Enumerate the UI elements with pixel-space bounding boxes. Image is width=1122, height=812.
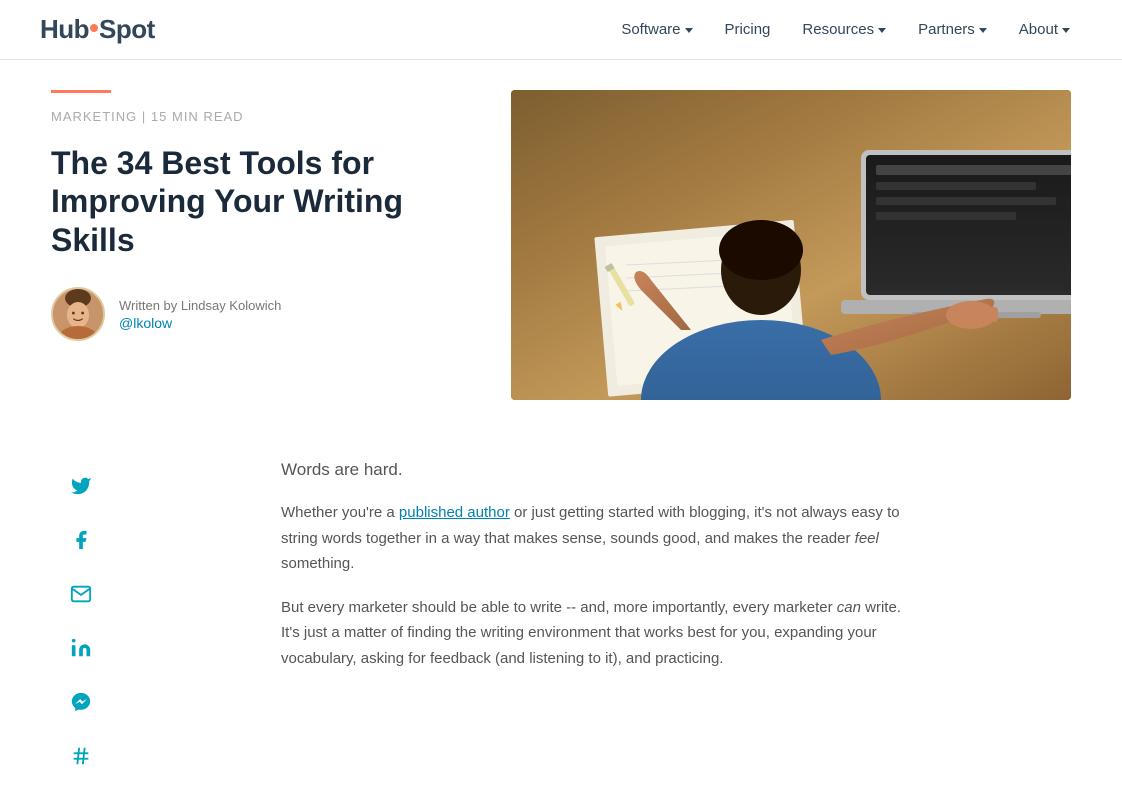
content-wrapper: MARKETING | 15 MIN READ The 34 Best Tool…	[11, 60, 1111, 812]
slack-share-button[interactable]	[65, 740, 97, 772]
top-section: MARKETING | 15 MIN READ The 34 Best Tool…	[51, 60, 1071, 420]
author-wrap: Written by Lindsay Kolowich @lkolow	[51, 287, 471, 341]
messenger-share-button[interactable]	[65, 686, 97, 718]
author-info: Written by Lindsay Kolowich @lkolow	[119, 298, 281, 331]
twitter-share-button[interactable]	[65, 470, 97, 502]
body-section: Words are hard. Whether you're a publish…	[51, 420, 1071, 812]
article-category: MARKETING | 15 MIN READ	[51, 109, 471, 124]
social-sidebar	[51, 460, 111, 772]
facebook-share-button[interactable]	[65, 524, 97, 556]
nav-links: Software Pricing Resources Partners Abou…	[609, 13, 1082, 46]
body-para-1: Whether you're a published author or jus…	[281, 500, 901, 577]
published-author-link[interactable]: published author	[399, 504, 510, 521]
email-share-button[interactable]	[65, 578, 97, 610]
article-title: The 34 Best Tools for Improving Your Wri…	[51, 144, 471, 259]
nav-item-resources[interactable]: Resources	[790, 13, 898, 46]
nav-item-partners[interactable]: Partners	[906, 13, 999, 46]
chevron-down-icon	[878, 28, 886, 33]
main-nav: HubSpot Software Pricing Resources Partn…	[0, 0, 1122, 60]
article-meta: MARKETING | 15 MIN READ The 34 Best Tool…	[51, 90, 471, 341]
avatar	[51, 287, 105, 341]
article-body: Words are hard. Whether you're a publish…	[281, 460, 901, 772]
author-handle[interactable]: @lkolow	[119, 315, 281, 331]
nav-item-pricing[interactable]: Pricing	[713, 13, 783, 46]
orange-underline	[51, 90, 111, 93]
chevron-down-icon	[1062, 28, 1070, 33]
author-name: Written by Lindsay Kolowich	[119, 298, 281, 313]
nav-item-about[interactable]: About	[1007, 13, 1082, 46]
linkedin-share-button[interactable]	[65, 632, 97, 664]
chevron-down-icon	[979, 28, 987, 33]
nav-item-software[interactable]: Software	[609, 13, 704, 46]
hero-image	[511, 90, 1071, 400]
logo[interactable]: HubSpot	[40, 14, 155, 45]
body-para-2: But every marketer should be able to wri…	[281, 595, 901, 672]
article-image	[511, 90, 1071, 400]
body-intro: Words are hard.	[281, 460, 901, 480]
chevron-down-icon	[685, 28, 693, 33]
logo-dot	[90, 24, 98, 32]
